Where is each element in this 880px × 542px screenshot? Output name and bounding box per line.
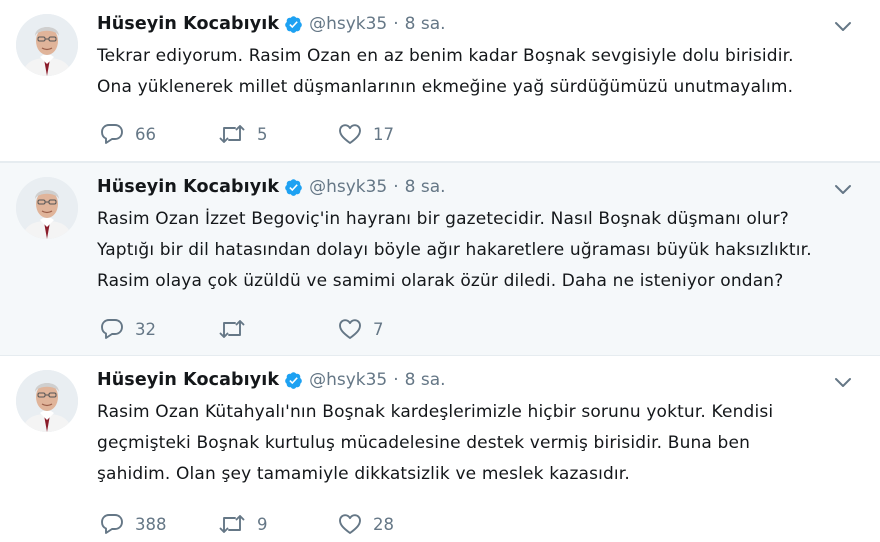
author-name[interactable]: Hüseyin Kocabıyık xyxy=(97,370,279,390)
verified-badge-icon xyxy=(284,371,303,390)
reply-button[interactable]: 32 xyxy=(100,318,218,340)
author-handle[interactable]: @hsyk35 xyxy=(309,370,387,390)
tweet-text-line: Rasim olaya çok üzüldü ve samimi olarak … xyxy=(97,271,784,291)
retweet-icon xyxy=(218,513,246,535)
reply-count: 32 xyxy=(135,319,156,339)
reply-icon xyxy=(100,123,124,145)
like-button[interactable]: 17 xyxy=(338,123,438,145)
avatar[interactable] xyxy=(16,14,78,76)
timestamp[interactable]: 8 sa. xyxy=(405,370,446,390)
tweet-actions: 32 7 xyxy=(100,316,438,342)
tweet[interactable]: Hüseyin Kocabıyık @hsyk35 · 8 sa. Rasim … xyxy=(0,162,880,356)
tweet-text: Tekrar ediyorum. Rasim Ozan en az benim … xyxy=(97,41,857,103)
retweet-icon xyxy=(218,318,246,340)
timestamp[interactable]: 8 sa. xyxy=(405,14,446,34)
tweet-text-line: Rasim Ozan Kütahyalı'nın Boşnak kardeşle… xyxy=(97,402,774,422)
timestamp[interactable]: 8 sa. xyxy=(405,177,446,197)
reply-count: 66 xyxy=(135,124,156,144)
like-button[interactable]: 28 xyxy=(338,513,438,535)
tweet-actions: 66 5 17 xyxy=(100,121,438,147)
chevron-down-icon[interactable] xyxy=(834,18,852,32)
tweet-text-line: Yaptığı bir dil hatasından dolayı böyle … xyxy=(97,240,812,260)
verified-badge-icon xyxy=(284,15,303,34)
verified-badge-icon xyxy=(284,178,303,197)
tweet-text: Rasim Ozan İzzet Begoviç'in hayranı bir … xyxy=(97,204,857,297)
reply-icon xyxy=(100,513,124,535)
tweet-feed: Hüseyin Kocabıyık @hsyk35 · 8 sa. Tekrar… xyxy=(0,0,880,542)
chevron-down-icon[interactable] xyxy=(834,181,852,195)
heart-icon xyxy=(338,318,362,340)
reply-button[interactable]: 66 xyxy=(100,123,218,145)
author-name[interactable]: Hüseyin Kocabıyık xyxy=(97,14,279,34)
tweet-text-line: Tekrar ediyorum. Rasim Ozan en az benim … xyxy=(97,46,794,66)
retweet-count: 9 xyxy=(257,514,268,534)
tweet-text-line: şahidim. Olan şey tamamiyle dikkatsizlik… xyxy=(97,464,630,484)
reply-icon xyxy=(100,318,124,340)
tweet-text-line: geçmişteki Boşnak kurtuluş mücadelesine … xyxy=(97,433,751,453)
tweet-text-line: Ona yüklenerek millet düşmanlarının ekme… xyxy=(97,77,794,97)
tweet[interactable]: Hüseyin Kocabıyık @hsyk35 · 8 sa. Tekrar… xyxy=(0,0,880,162)
avatar[interactable] xyxy=(16,177,78,239)
like-count: 17 xyxy=(373,124,394,144)
reply-button[interactable]: 388 xyxy=(100,513,218,535)
retweet-button[interactable]: 5 xyxy=(218,123,338,145)
separator-dot: · xyxy=(393,14,399,34)
tweet-text: Rasim Ozan Kütahyalı'nın Boşnak kardeşle… xyxy=(97,397,857,490)
chevron-down-icon[interactable] xyxy=(834,374,852,388)
retweet-count: 5 xyxy=(257,124,268,144)
heart-icon xyxy=(338,513,362,535)
author-handle[interactable]: @hsyk35 xyxy=(309,177,387,197)
avatar[interactable] xyxy=(16,370,78,432)
separator-dot: · xyxy=(393,370,399,390)
retweet-button[interactable] xyxy=(218,318,338,340)
author-name[interactable]: Hüseyin Kocabıyık xyxy=(97,177,279,197)
author-handle[interactable]: @hsyk35 xyxy=(309,14,387,34)
like-count: 28 xyxy=(373,514,394,534)
tweet[interactable]: Hüseyin Kocabıyık @hsyk35 · 8 sa. Rasim … xyxy=(0,356,880,542)
tweet-actions: 388 9 28 xyxy=(100,511,438,537)
separator-dot: · xyxy=(393,177,399,197)
like-button[interactable]: 7 xyxy=(338,318,438,340)
retweet-button[interactable]: 9 xyxy=(218,513,338,535)
retweet-icon xyxy=(218,123,246,145)
like-count: 7 xyxy=(373,319,384,339)
tweet-text-line: Rasim Ozan İzzet Begoviç'in hayranı bir … xyxy=(97,209,789,229)
reply-count: 388 xyxy=(135,514,167,534)
heart-icon xyxy=(338,123,362,145)
